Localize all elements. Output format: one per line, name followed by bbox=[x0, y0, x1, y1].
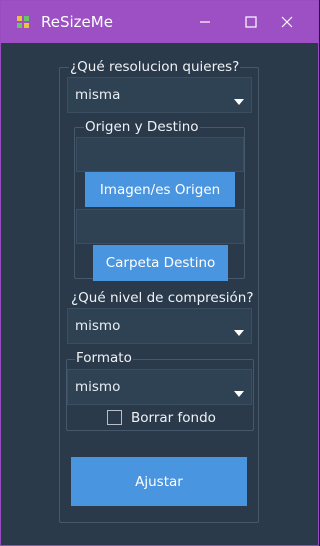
format-value: mismo bbox=[75, 379, 121, 395]
destination-path-field[interactable] bbox=[76, 209, 244, 244]
remove-background-label[interactable]: Borrar fondo bbox=[131, 410, 216, 426]
close-icon bbox=[281, 16, 293, 28]
resolution-label: ¿Qué resolucion quieres? bbox=[69, 59, 241, 75]
remove-background-checkbox[interactable] bbox=[107, 410, 122, 425]
paths-group-label: Origen y Destino bbox=[84, 119, 200, 135]
chevron-down-icon bbox=[234, 330, 244, 336]
resolution-value: misma bbox=[75, 87, 121, 103]
format-select[interactable]: mismo bbox=[67, 369, 252, 405]
format-label: Formato bbox=[75, 350, 133, 366]
app-icon bbox=[17, 16, 29, 28]
app-window: ReSizeMe ¿Qué resolucion quieres? misma … bbox=[0, 0, 319, 546]
window-title: ReSizeMe bbox=[41, 13, 113, 31]
destination-folder-button[interactable]: Carpeta Destino bbox=[93, 245, 228, 281]
compression-select[interactable]: mismo bbox=[67, 308, 252, 344]
compression-value: mismo bbox=[75, 318, 121, 334]
minimize-icon bbox=[200, 21, 210, 23]
source-images-button[interactable]: Imagen/es Origen bbox=[85, 172, 235, 207]
chevron-down-icon bbox=[234, 391, 244, 397]
adjust-button[interactable]: Ajustar bbox=[71, 457, 247, 506]
source-path-field[interactable] bbox=[76, 137, 244, 172]
minimize-button[interactable] bbox=[182, 1, 228, 43]
main-panel: ¿Qué resolucion quieres? misma Origen y … bbox=[1, 43, 318, 545]
chevron-down-icon bbox=[234, 99, 244, 105]
close-button[interactable] bbox=[264, 1, 310, 43]
compression-label: ¿Qué nivel de compresión? bbox=[70, 290, 255, 306]
maximize-icon bbox=[245, 16, 257, 28]
resolution-select[interactable]: misma bbox=[67, 77, 252, 113]
title-bar[interactable]: ReSizeMe bbox=[1, 1, 318, 43]
